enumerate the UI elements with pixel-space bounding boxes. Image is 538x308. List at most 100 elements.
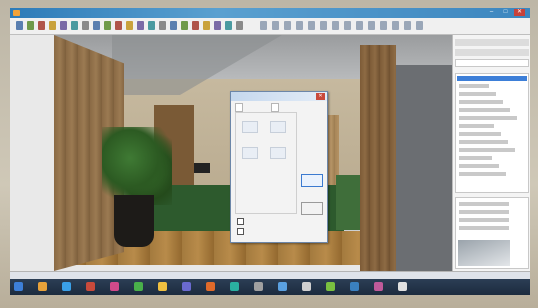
copy-icon[interactable] xyxy=(93,21,100,30)
new-icon[interactable] xyxy=(16,21,23,30)
taskbar-app-icon[interactable] xyxy=(230,282,239,291)
taskbar-app-icon[interactable] xyxy=(374,282,383,291)
property-row[interactable] xyxy=(459,218,509,222)
3d-viewport[interactable]: ✕ xyxy=(54,35,452,271)
list-item[interactable] xyxy=(459,116,517,120)
camera-icon[interactable] xyxy=(214,21,221,30)
maximize-button[interactable]: □ xyxy=(500,9,511,16)
panel-header xyxy=(455,49,529,56)
option-thumbnail[interactable] xyxy=(242,147,258,159)
minimize-button[interactable]: – xyxy=(486,9,497,16)
cancel-button[interactable] xyxy=(301,202,323,215)
option-thumbnail[interactable] xyxy=(270,121,286,133)
selected-list-item[interactable] xyxy=(457,76,527,81)
stair-icon[interactable] xyxy=(192,21,199,30)
pan-icon[interactable] xyxy=(126,21,133,30)
list-item[interactable] xyxy=(459,92,496,96)
list-item[interactable] xyxy=(459,140,508,144)
toolbar-button-icon[interactable] xyxy=(260,21,267,30)
list-item[interactable] xyxy=(459,100,503,104)
taskbar-app-icon[interactable] xyxy=(86,282,95,291)
taskbar-app-icon[interactable] xyxy=(158,282,167,291)
taskbar-app-icon[interactable] xyxy=(350,282,359,291)
panel-dropdown[interactable] xyxy=(455,59,529,67)
wall-icon[interactable] xyxy=(159,21,166,30)
ok-button[interactable] xyxy=(301,174,323,187)
roof-icon[interactable] xyxy=(203,21,210,30)
dialog-close-button[interactable]: ✕ xyxy=(316,93,325,100)
zoom-icon[interactable] xyxy=(137,21,144,30)
list-item[interactable] xyxy=(459,156,492,160)
select-icon[interactable] xyxy=(115,21,122,30)
open-icon[interactable] xyxy=(27,21,34,30)
toolbar-button-icon[interactable] xyxy=(392,21,399,30)
door-icon[interactable] xyxy=(170,21,177,30)
option-thumbnail[interactable] xyxy=(270,147,286,159)
list-item[interactable] xyxy=(459,132,501,136)
property-row[interactable] xyxy=(459,210,509,214)
taskbar-app-icon[interactable] xyxy=(398,282,407,291)
list-item[interactable] xyxy=(459,172,506,176)
taskbar-app-icon[interactable] xyxy=(182,282,191,291)
dialog-tab-2[interactable] xyxy=(271,103,279,112)
print-icon[interactable] xyxy=(49,21,56,30)
taskbar-app-icon[interactable] xyxy=(254,282,263,291)
checkbox-icon xyxy=(237,218,244,225)
toolbar-button-icon[interactable] xyxy=(296,21,303,30)
taskbar-app-icon[interactable] xyxy=(278,282,287,291)
rotate-icon[interactable] xyxy=(148,21,155,30)
toolbar-button-icon[interactable] xyxy=(368,21,375,30)
list-item[interactable] xyxy=(459,108,510,112)
toolbar-button-icon[interactable] xyxy=(272,21,279,30)
undo-icon[interactable] xyxy=(60,21,67,30)
help-icon[interactable] xyxy=(236,21,243,30)
taskbar-app-icon[interactable] xyxy=(302,282,311,291)
object-list[interactable] xyxy=(455,73,529,193)
property-row[interactable] xyxy=(459,226,509,230)
cut-icon[interactable] xyxy=(82,21,89,30)
render-icon[interactable] xyxy=(225,21,232,30)
dialog-checkbox-1[interactable] xyxy=(237,218,287,225)
toolbar-button-icon[interactable] xyxy=(320,21,327,30)
taskbar-app-icon[interactable] xyxy=(38,282,47,291)
toolbar-button-icon[interactable] xyxy=(356,21,363,30)
main-toolbar xyxy=(10,18,530,35)
adjacent-room xyxy=(396,65,452,271)
toolbar-button-icon[interactable] xyxy=(332,21,339,30)
list-item[interactable] xyxy=(459,164,499,168)
paste-icon[interactable] xyxy=(104,21,111,30)
property-row[interactable] xyxy=(459,202,509,206)
redo-icon[interactable] xyxy=(71,21,78,30)
toolbar-button-icon[interactable] xyxy=(416,21,423,30)
dialog-tab-1[interactable] xyxy=(235,103,243,112)
plant-leaves xyxy=(102,127,172,205)
wood-pillar xyxy=(360,45,396,271)
list-item[interactable] xyxy=(459,124,494,128)
window-icon[interactable] xyxy=(181,21,188,30)
list-item[interactable] xyxy=(459,84,489,88)
checkbox-icon xyxy=(237,228,244,235)
tv-object xyxy=(194,163,210,173)
list-item[interactable] xyxy=(459,148,515,152)
dialog-checkbox-2[interactable] xyxy=(237,228,287,235)
toolbar-button-icon[interactable] xyxy=(308,21,315,30)
toolbar-button-icon[interactable] xyxy=(404,21,411,30)
taskbar-app-icon[interactable] xyxy=(206,282,215,291)
taskbar xyxy=(10,279,530,295)
start-button-icon[interactable] xyxy=(14,282,23,291)
toolbar-button-icon[interactable] xyxy=(380,21,387,30)
taskbar-app-icon[interactable] xyxy=(134,282,143,291)
save-icon[interactable] xyxy=(38,21,45,30)
option-thumbnail[interactable] xyxy=(242,121,258,133)
dialog-group-box xyxy=(235,112,297,214)
taskbar-app-icon[interactable] xyxy=(110,282,119,291)
toolbar-button-icon[interactable] xyxy=(344,21,351,30)
monitor-screen: – □ ✕ ✕ xyxy=(10,8,530,295)
title-bar: – □ ✕ xyxy=(10,8,530,18)
options-dialog: ✕ xyxy=(230,91,328,243)
taskbar-app-icon[interactable] xyxy=(326,282,335,291)
toolbar-button-icon[interactable] xyxy=(284,21,291,30)
taskbar-app-icon[interactable] xyxy=(62,282,71,291)
status-bar xyxy=(10,271,530,279)
close-button[interactable]: ✕ xyxy=(514,9,525,16)
